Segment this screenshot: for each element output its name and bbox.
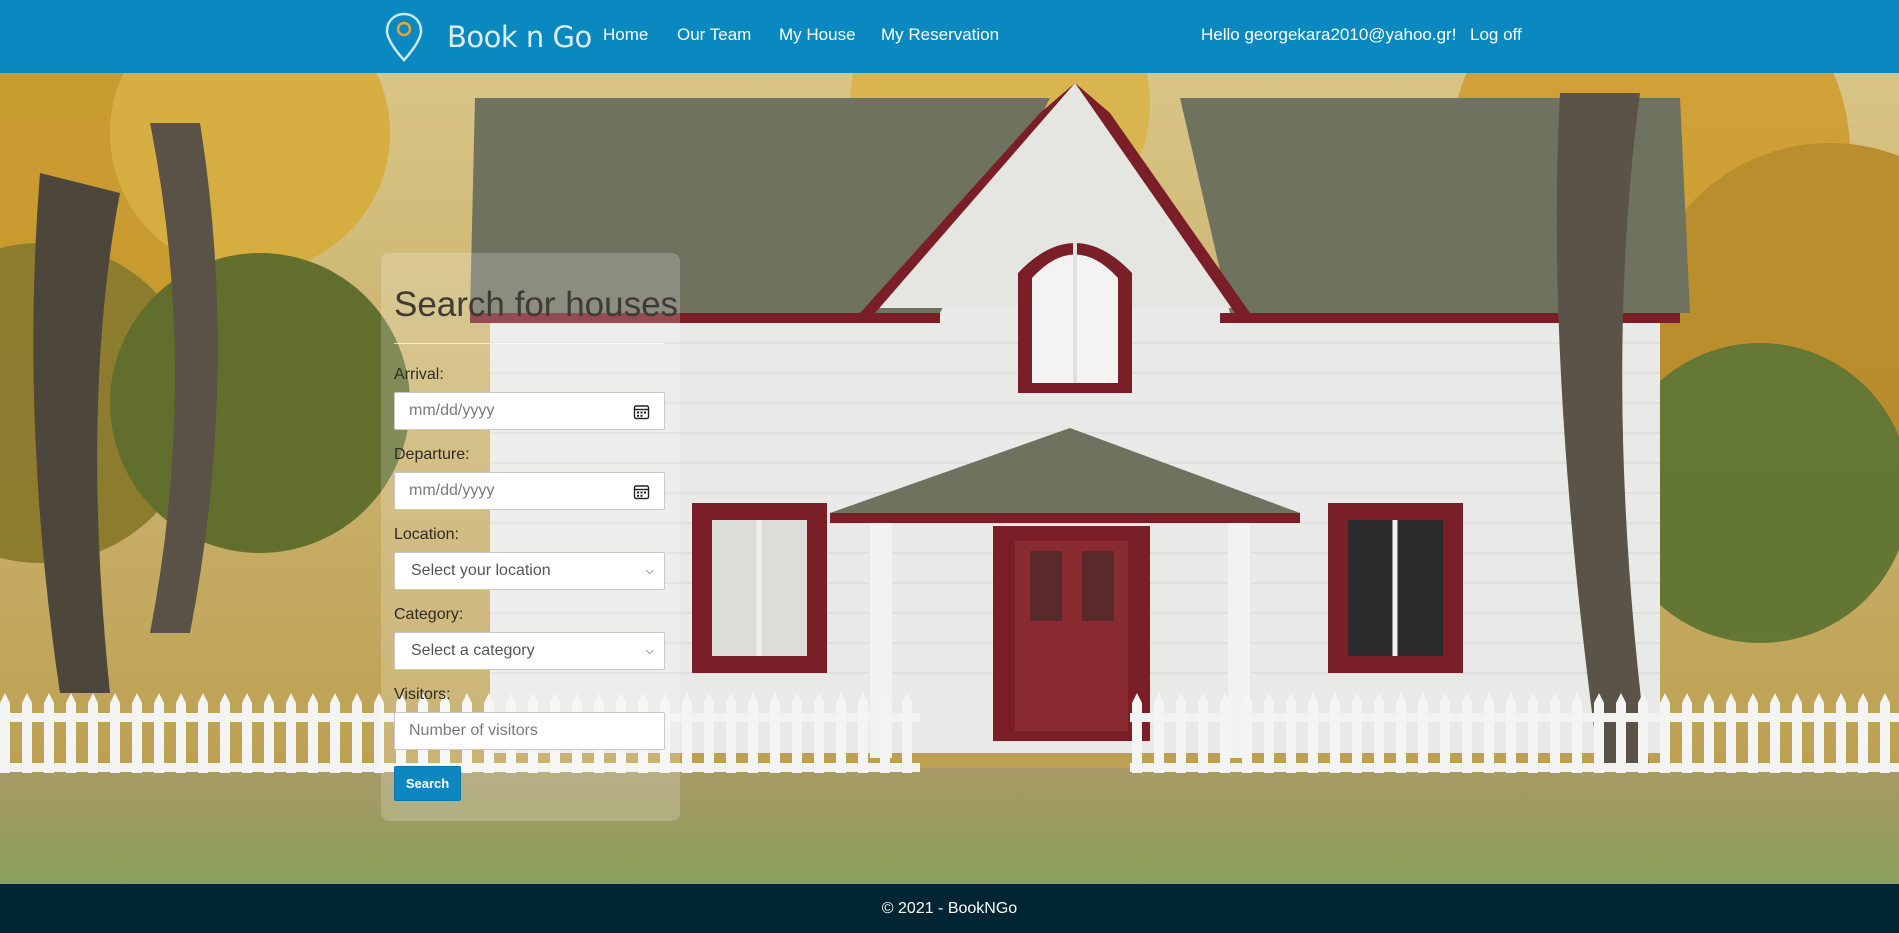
fence-picket bbox=[1198, 693, 1208, 773]
fence-picket bbox=[704, 693, 714, 773]
fence-picket bbox=[352, 693, 362, 773]
departure-date-input[interactable] bbox=[394, 472, 665, 510]
brand[interactable]: Book n Go bbox=[385, 12, 592, 62]
fence-picket bbox=[1726, 693, 1736, 773]
fence-picket bbox=[1792, 693, 1802, 773]
top-navbar: Book n Go Home Our Team My House My Rese… bbox=[0, 0, 1899, 73]
fence-picket bbox=[1594, 693, 1604, 773]
category-selected-value: Select a category bbox=[411, 642, 535, 659]
fence-picket bbox=[858, 693, 868, 773]
fence-picket bbox=[176, 693, 186, 773]
fence-picket bbox=[1176, 693, 1186, 773]
fence-picket bbox=[1308, 693, 1318, 773]
nav-home[interactable]: Home bbox=[603, 25, 648, 45]
fence-picket bbox=[1638, 693, 1648, 773]
search-button[interactable]: Search bbox=[394, 766, 461, 801]
fence-picket bbox=[1682, 693, 1692, 773]
fence-picket bbox=[836, 693, 846, 773]
fence-picket bbox=[748, 693, 758, 773]
visitors-input[interactable] bbox=[394, 712, 665, 750]
nav-my-house[interactable]: My House bbox=[779, 25, 856, 45]
fence-picket bbox=[1220, 693, 1230, 773]
fence-picket bbox=[792, 693, 802, 773]
calendar-icon[interactable] bbox=[633, 403, 650, 420]
fence-picket bbox=[132, 693, 142, 773]
map-pin-icon bbox=[385, 12, 423, 62]
fence-picket bbox=[1550, 693, 1560, 773]
arrival-date-input[interactable] bbox=[394, 392, 665, 430]
fence-picket bbox=[1660, 693, 1670, 773]
fence-picket bbox=[1748, 693, 1758, 773]
nav-log-off[interactable]: Log off bbox=[1470, 25, 1522, 45]
fence-picket bbox=[902, 693, 912, 773]
visitors-text[interactable] bbox=[409, 722, 650, 740]
fence-picket bbox=[1506, 693, 1516, 773]
fence-picket bbox=[1484, 693, 1494, 773]
search-title: Search for houses bbox=[394, 285, 679, 324]
fence-picket bbox=[1264, 693, 1274, 773]
location-label: Location: bbox=[394, 526, 459, 543]
footer-copyright: © 2021 - BookNGo bbox=[881, 900, 1018, 917]
departure-label: Departure: bbox=[394, 446, 470, 463]
fence-picket bbox=[1770, 693, 1780, 773]
fence-picket bbox=[154, 693, 164, 773]
fence-picket bbox=[0, 693, 10, 773]
fence-picket bbox=[880, 693, 890, 773]
fence-picket bbox=[1572, 693, 1582, 773]
nav-my-reservation[interactable]: My Reservation bbox=[881, 25, 999, 45]
fence-picket bbox=[88, 693, 98, 773]
fence-picket bbox=[220, 693, 230, 773]
fence-picket bbox=[1330, 693, 1340, 773]
fence-picket bbox=[198, 693, 208, 773]
location-select[interactable]: Select your location ⌵ bbox=[394, 552, 665, 590]
fence-picket bbox=[286, 693, 296, 773]
fence-picket bbox=[1858, 693, 1868, 773]
fence-picket bbox=[1814, 693, 1824, 773]
fence-picket bbox=[110, 693, 120, 773]
calendar-icon[interactable] bbox=[633, 483, 650, 500]
chevron-down-icon: ⌵ bbox=[645, 644, 654, 657]
fence-picket bbox=[1462, 693, 1472, 773]
category-select[interactable]: Select a category ⌵ bbox=[394, 632, 665, 670]
fence-picket bbox=[726, 693, 736, 773]
fence-picket bbox=[1352, 693, 1362, 773]
fence-picket bbox=[330, 693, 340, 773]
fence-picket bbox=[1132, 693, 1142, 773]
hero-image bbox=[0, 73, 1899, 884]
fence-picket bbox=[66, 693, 76, 773]
brand-name: Book n Go bbox=[447, 20, 592, 54]
fence-picket bbox=[1528, 693, 1538, 773]
location-selected-value: Select your location bbox=[411, 562, 551, 579]
title-divider bbox=[394, 343, 664, 344]
footer: © 2021 - BookNGo bbox=[0, 884, 1899, 933]
fence-picket bbox=[1704, 693, 1714, 773]
fence-picket bbox=[814, 693, 824, 773]
nav-user-greeting[interactable]: Hello georgekara2010@yahoo.gr! bbox=[1201, 25, 1456, 45]
fence-picket bbox=[1880, 693, 1890, 773]
nav-our-team[interactable]: Our Team bbox=[677, 25, 751, 45]
fence-picket bbox=[1374, 693, 1384, 773]
fence-picket bbox=[770, 693, 780, 773]
fence-picket bbox=[242, 693, 252, 773]
fence-picket bbox=[1418, 693, 1428, 773]
fence-picket bbox=[1396, 693, 1406, 773]
fence-picket bbox=[22, 693, 32, 773]
fence-picket bbox=[1440, 693, 1450, 773]
fence-picket bbox=[264, 693, 274, 773]
fence-picket bbox=[44, 693, 54, 773]
departure-date-text[interactable] bbox=[409, 482, 633, 500]
category-label: Category: bbox=[394, 606, 464, 623]
arrival-date-text[interactable] bbox=[409, 402, 633, 420]
fence-picket bbox=[1616, 693, 1626, 773]
fence-picket bbox=[1242, 693, 1252, 773]
chevron-down-icon: ⌵ bbox=[645, 564, 654, 577]
visitors-label: Visitors: bbox=[394, 686, 451, 703]
fence-picket bbox=[1836, 693, 1846, 773]
fence-picket bbox=[682, 693, 692, 773]
fence-picket bbox=[1154, 693, 1164, 773]
fence-picket bbox=[308, 693, 318, 773]
arrival-label: Arrival: bbox=[394, 366, 444, 383]
fence-picket bbox=[1286, 693, 1296, 773]
